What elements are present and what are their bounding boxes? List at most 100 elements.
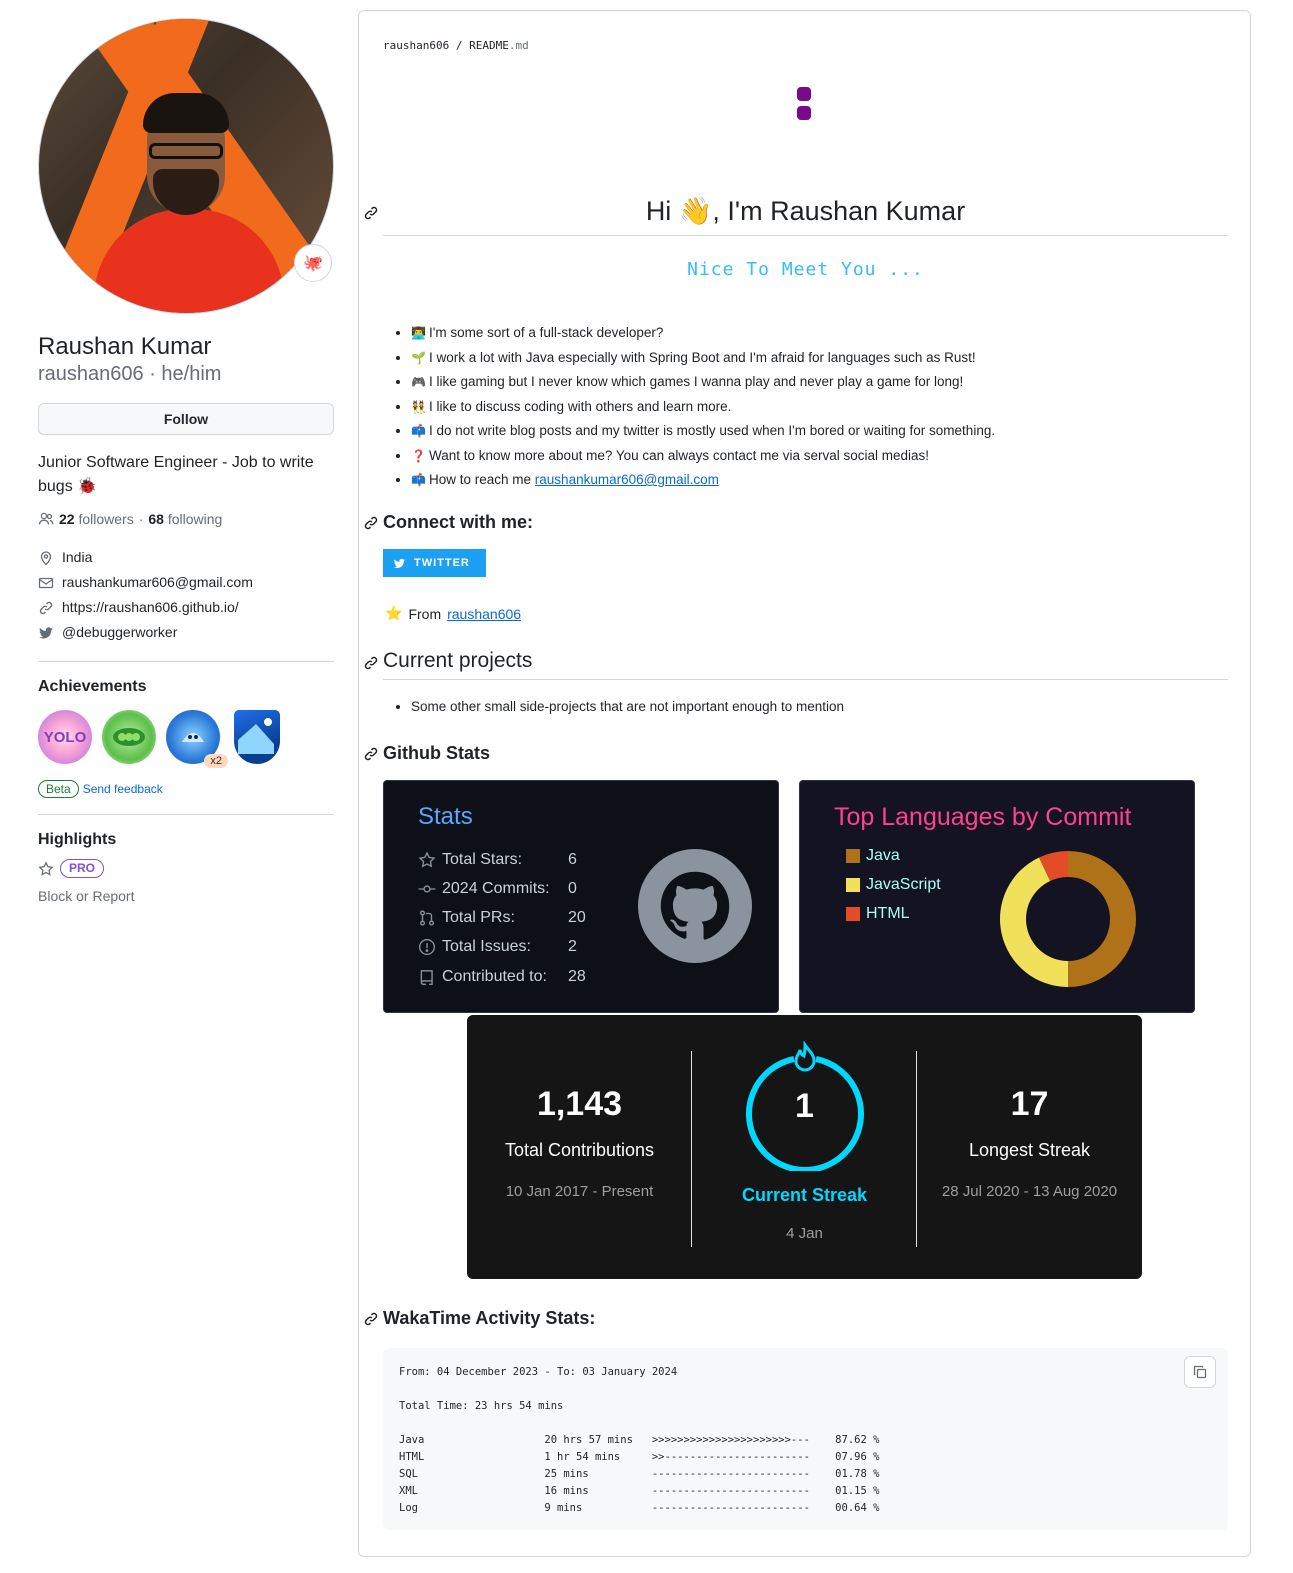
twitter-item[interactable]: @debuggerworker — [38, 620, 334, 645]
longest-streak-label: Longest Streak — [968, 1140, 1091, 1160]
profile-details: India raushankumar606@gmail.com https://… — [38, 545, 334, 645]
people-icon — [38, 512, 54, 525]
send-feedback-link[interactable]: Send feedback — [83, 782, 163, 796]
current-streak-value: 1 — [795, 1087, 814, 1125]
total-contributions-value: 1,143 — [536, 1085, 623, 1123]
arctic-code-vault-badge-icon[interactable] — [234, 710, 280, 764]
achievement-badges: YOLO x2 — [38, 710, 334, 768]
location-icon — [38, 550, 54, 566]
longest-streak: 17 Longest Streak 28 Jul 2020 - 13 Aug 2… — [917, 1085, 1142, 1200]
streak-card[interactable]: 1,143 Total Contributions 10 Jan 2017 - … — [467, 1015, 1142, 1279]
from-link[interactable]: raushan606 — [447, 606, 521, 622]
copy-button[interactable] — [1184, 1356, 1216, 1388]
yolo-badge-icon[interactable]: YOLO — [38, 710, 92, 764]
email-link[interactable]: raushankumar606@gmail.com — [535, 472, 719, 487]
stat-row: Contributed to: 28 — [418, 968, 608, 986]
total-contributions-label: Total Contributions — [504, 1140, 655, 1160]
profile-sidebar: 🐙 Raushan Kumar raushan606 · he/him Foll… — [38, 18, 334, 904]
website-item[interactable]: https://raushan606.github.io/ — [38, 595, 334, 620]
language-legend-item: HTML — [846, 905, 910, 923]
achievements-heading: Achievements — [38, 678, 147, 695]
list-item: ❓Want to know more about me? You can alw… — [411, 444, 995, 469]
list-item: 👨‍💻I'm some sort of a full-stack develop… — [411, 321, 995, 346]
list-item: 📫How to reach me raushankumar606@gmail.c… — [411, 468, 995, 493]
languages-card-title: Top Languages by Commit — [834, 803, 1132, 831]
wakatime-heading: WakaTime Activity Stats: — [383, 1308, 596, 1328]
list-item: 📫I do not write blog posts and my twitte… — [411, 419, 995, 444]
stats-card[interactable]: Stats Total Stars: 6 2024 Commits: 0 Total… — [383, 780, 779, 1013]
projects-list: Some other small side-projects that are … — [411, 699, 844, 714]
language-legend-item: Java — [846, 847, 900, 865]
pull-shark-badge-icon[interactable]: x2 — [166, 710, 228, 768]
readme-box: raushan606 / README.md Hi 👋, I'm Raushan… — [358, 10, 1251, 1557]
language-legend-item: JavaScript — [846, 876, 941, 894]
list-item: 🌱I work a lot with Java especially with … — [411, 346, 995, 371]
follow-button[interactable]: Follow — [38, 403, 334, 435]
location-item: India — [38, 545, 334, 570]
stats-card-title: Stats — [418, 803, 473, 830]
projects-heading: Current projects — [383, 649, 1228, 680]
followers-link[interactable]: 22 followers — [59, 511, 134, 527]
stat-row: 2024 Commits: 0 — [418, 880, 608, 898]
breadcrumb: raushan606 / README.md — [383, 39, 529, 52]
typing-banner: Nice To Meet You ... — [687, 259, 924, 280]
star-icon — [38, 860, 54, 876]
from-line: ⭐ From raushan606 — [385, 605, 522, 622]
beta-label: Beta — [38, 780, 79, 798]
profile-login: raushan606 · he/him — [38, 363, 222, 385]
list-item: 🎮I like gaming but I never know which ga… — [411, 370, 995, 395]
total-contributions: 1,143 Total Contributions 10 Jan 2017 - … — [467, 1085, 692, 1200]
avatar[interactable] — [38, 18, 334, 314]
mail-icon — [38, 575, 54, 591]
wakatime-code-block: From: 04 December 2023 - To: 03 January … — [383, 1348, 1228, 1530]
repo-icon — [420, 970, 433, 985]
pair-extraordinaire-badge-icon[interactable] — [102, 710, 156, 764]
wakatime-stats-text: From: 04 December 2023 - To: 03 January … — [399, 1366, 880, 1514]
copy-icon — [1193, 1365, 1207, 1379]
pro-badge: PRO — [60, 859, 105, 878]
list-item: Some other small side-projects that are … — [411, 699, 844, 714]
follow-stats: 22 followers · 68 following — [38, 511, 334, 527]
anchor-link-icon[interactable] — [363, 515, 379, 531]
anchor-link-icon[interactable] — [363, 655, 379, 671]
anchor-link-icon[interactable] — [363, 1311, 379, 1327]
stat-row: Total Stars: 6 — [418, 851, 608, 869]
anchor-link-icon[interactable] — [363, 746, 379, 762]
stat-row: Total PRs: 20 — [418, 909, 608, 927]
star-icon — [418, 851, 436, 868]
divider — [691, 1051, 692, 1247]
profile-bio: Junior Software Engineer - Job to write … — [38, 454, 314, 495]
twitter-icon — [38, 625, 54, 641]
badge-count: x2 — [204, 754, 228, 768]
highlights-heading: Highlights — [38, 831, 117, 848]
github-stats-heading: Github Stats — [383, 743, 490, 763]
connect-heading: Connect with me: — [383, 512, 534, 532]
divider — [38, 814, 334, 815]
longest-streak-value: 17 — [1010, 1085, 1049, 1123]
total-contributions-range: 10 Jan 2017 - Present — [505, 1183, 654, 1200]
current-streak-range: 4 Jan — [786, 1225, 823, 1242]
commit-icon — [418, 885, 436, 893]
highlights-pro: PRO — [38, 859, 334, 878]
following-link[interactable]: 68 following — [148, 511, 222, 527]
about-list: 👨‍💻I'm some sort of a full-stack develop… — [411, 321, 995, 493]
divider — [38, 661, 334, 662]
twitter-button[interactable]: TWITTER — [383, 549, 486, 577]
breadcrumb-file[interactable]: README — [469, 39, 509, 52]
status-emoji[interactable]: 🐙 — [294, 244, 332, 282]
breadcrumb-user[interactable]: raushan606 — [383, 39, 449, 52]
longest-streak-range: 28 Jul 2020 - 13 Aug 2020 — [941, 1183, 1118, 1200]
star-emoji-icon: ⭐ — [385, 605, 403, 621]
issue-icon — [419, 939, 435, 955]
pull-request-icon — [420, 910, 434, 926]
email-item[interactable]: raushankumar606@gmail.com — [38, 570, 334, 595]
languages-donut-chart — [1000, 851, 1136, 987]
twitter-icon — [393, 558, 406, 568]
achievements-feedback: Beta Send feedback — [38, 780, 334, 798]
link-icon — [38, 600, 54, 616]
list-item: 👯I like to discuss coding with others an… — [411, 395, 995, 420]
block-or-report-link[interactable]: Block or Report — [38, 888, 334, 904]
stat-row: Total Issues: 2 — [418, 938, 608, 956]
top-languages-card[interactable]: Top Languages by Commit Java JavaScript … — [799, 780, 1195, 1013]
anchor-link-icon[interactable] — [363, 205, 379, 221]
